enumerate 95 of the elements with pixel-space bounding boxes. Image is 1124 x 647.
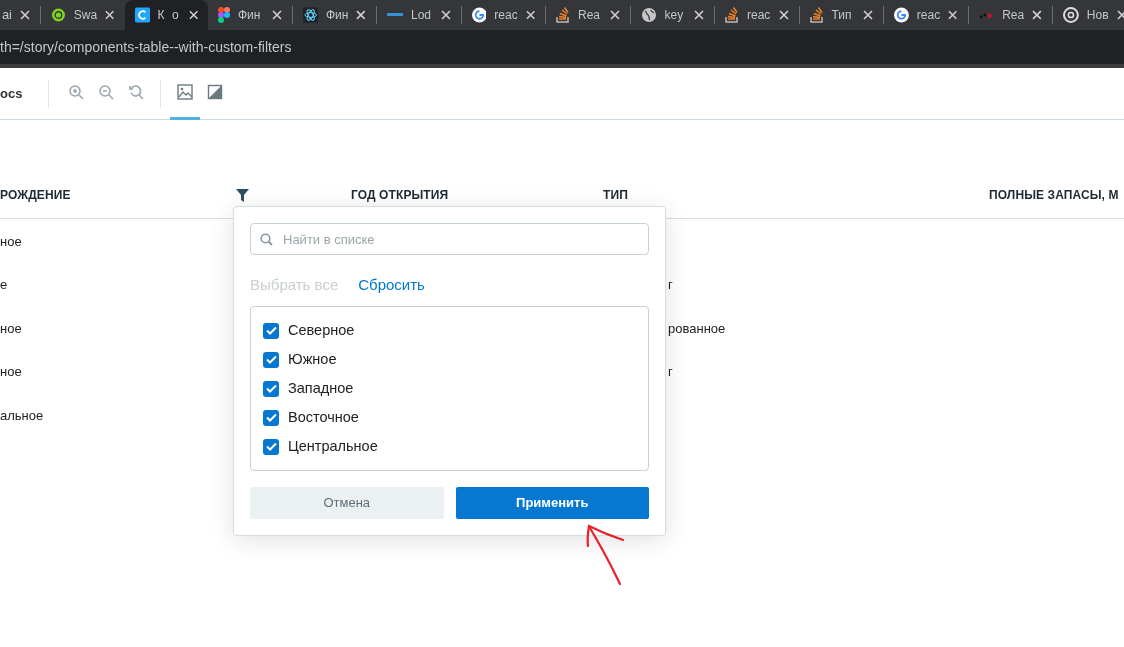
table-cell: г [668,277,673,293]
image-icon [177,84,193,100]
app-icon [134,7,150,23]
table-cell: альное [0,407,44,423]
search-field[interactable]: Найти в списке [250,223,649,255]
filter-option[interactable]: Южное [263,350,636,369]
close-icon[interactable] [105,10,115,20]
browser-tab[interactable]: reac [461,0,545,30]
tab-title: Тип [831,7,852,24]
tab-title: Rea [578,7,600,24]
table-cell: ное [0,320,22,336]
checkbox[interactable] [263,380,279,397]
tab-title: Нов [1086,7,1109,24]
globe-icon [51,7,66,23]
close-icon[interactable] [609,10,620,20]
column-header[interactable]: ПОЛНЫЕ ЗАПАСЫ, М [989,186,1119,204]
table-cell: ное [0,233,22,249]
checkbox[interactable] [263,409,279,426]
tab-title: key [664,7,684,24]
close-icon[interactable] [778,10,789,20]
stack-icon [556,7,570,23]
stack-icon [725,7,739,23]
url-text: th=/story/components-table--with-custom-filters [0,37,292,57]
close-icon[interactable] [525,10,535,20]
column-header[interactable]: ГОД ОТКРЫТИЯ [351,186,449,204]
tab-title: Фин [325,7,349,24]
table-cell: ное [0,364,22,380]
table-cell: г [668,364,673,380]
close-icon[interactable] [271,10,282,20]
tab-title: ai [1,6,12,25]
tab-title: Фин [238,7,261,24]
filter-option[interactable]: Западное [263,379,636,398]
tab-title: Swa [73,7,98,24]
underscore-icon [387,13,403,17]
tab-title: Lod [411,7,432,24]
table-cell: е [0,277,8,293]
zoom-out-icon [98,84,114,100]
tab-title: Rea [1002,7,1025,24]
filter-option[interactable]: Северное [263,321,636,340]
browser-tab[interactable]: Тип [799,0,883,30]
checkbox[interactable] [263,351,279,368]
table-cell: рованное [668,320,726,336]
column-header[interactable]: РОЖДЕНИЕ [0,186,249,204]
browser-tab[interactable]: Swa [41,0,125,30]
reset-link[interactable]: Сбросить [358,273,425,297]
checkmark-icon [265,326,277,335]
browser-tab[interactable]: Фин [292,0,376,30]
search-icon [260,233,273,246]
checkmark-icon [265,413,277,422]
contrast-icon [207,84,223,100]
checkmark-icon [265,355,277,364]
close-icon[interactable] [188,10,198,20]
checkbox[interactable] [263,438,279,455]
close-icon[interactable] [440,10,451,20]
browser-tab[interactable]: ai [0,0,40,30]
google-icon [471,7,487,23]
close-icon[interactable] [356,10,366,20]
close-icon[interactable] [863,10,873,20]
tab-title: reac [916,7,941,24]
filter-icon[interactable] [235,188,249,202]
browser-tab[interactable]: reac [884,0,968,30]
tab-title: К о [157,7,181,24]
filter-option[interactable]: Центральное [263,437,636,456]
atom-icon [302,7,318,23]
globe-icon [640,7,657,23]
checkmark-icon [265,442,277,451]
close-icon[interactable] [1032,10,1042,20]
browser-tab[interactable]: key [630,0,714,30]
close-icon[interactable] [694,10,704,20]
google-icon [894,7,909,23]
browser-tab[interactable]: reac [715,0,799,30]
browser-tab[interactable]: Lod [377,0,461,30]
browser-tab[interactable]: К о [124,0,208,30]
zoom-in-icon [68,84,84,100]
browser-tab[interactable]: Rea [546,0,630,30]
close-icon[interactable] [1116,10,1124,20]
tab-title: reac [494,7,518,24]
apply-button[interactable]: Применить [455,487,649,519]
address-bar[interactable]: th=/story/components-table--with-custom-filters [0,30,1124,68]
checkmark-icon [265,384,277,393]
filter-option[interactable]: Восточное [263,408,636,427]
checkbox[interactable] [263,322,279,339]
browser-tab[interactable]: Rea [968,0,1052,30]
stack-icon [809,7,824,23]
browser-tab[interactable]: Фин [208,0,292,30]
figma-icon [218,7,230,23]
column-header[interactable]: ТИП [603,186,628,204]
close-icon[interactable] [948,10,958,20]
cancel-button[interactable]: Отмена [250,487,444,519]
chrome-icon [1063,7,1079,23]
close-icon[interactable] [20,10,30,20]
dots-icon [978,10,995,20]
tab-title: reac [747,7,771,24]
browser-tab[interactable]: Нов [1053,0,1124,30]
reset-zoom-icon [128,84,144,100]
